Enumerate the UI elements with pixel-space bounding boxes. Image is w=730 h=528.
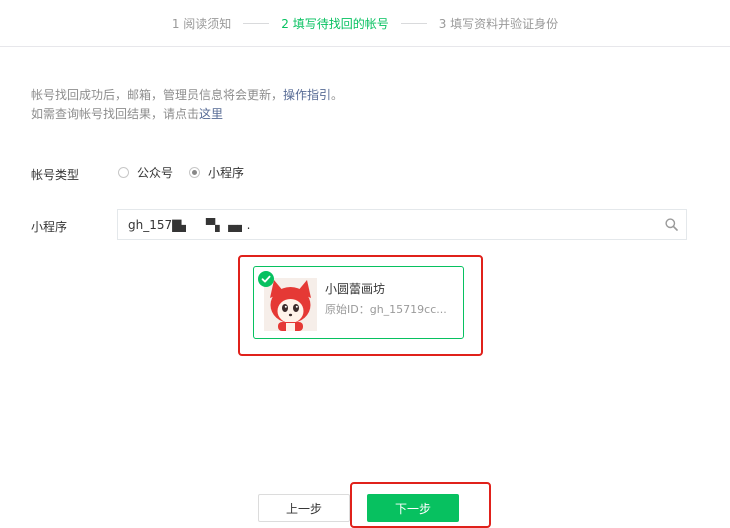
query-result-link[interactable]: 这里 — [199, 107, 223, 121]
notice-line-1-text: 帐号找回成功后，邮箱，管理员信息将会更新， — [31, 88, 284, 102]
miniprogram-label: 小程序 — [31, 220, 68, 234]
next-step-button[interactable]: 下一步 — [367, 494, 459, 522]
step-separator — [400, 22, 427, 24]
radio-circle[interactable] — [118, 167, 129, 178]
search-icon[interactable] — [656, 210, 686, 239]
notice-line-2-text: 如需查询帐号找回结果，请点击 — [31, 107, 200, 121]
notice-line-1-end: 。 — [331, 88, 344, 102]
miniprogram-result-card[interactable]: 小圆蕾画坊 原始ID：gh_15719cc... — [253, 266, 464, 339]
step-1: 1 阅读须知 — [171, 16, 232, 31]
radio-circle-checked[interactable] — [189, 167, 201, 178]
step-indicator: 1 阅读须知 2 填写待找回的帐号 3 填写资料并验证身份 — [0, 0, 730, 47]
radio-label: 小程序 — [208, 166, 245, 180]
miniprogram-original-id: 原始ID：gh_15719cc... — [325, 303, 447, 316]
radio-miniprogram[interactable]: 小程序 — [189, 164, 244, 181]
radio-label: 公众号 — [137, 166, 174, 180]
miniprogram-search-input[interactable] — [118, 210, 656, 239]
miniprogram-avatar — [264, 278, 317, 331]
step-3: 3 填写资料并验证身份 — [438, 16, 559, 31]
miniprogram-search-box — [117, 209, 687, 240]
step-separator — [243, 22, 270, 24]
notice-line-1: 帐号找回成功后，邮箱，管理员信息将会更新，操作指引。 — [31, 86, 343, 105]
notice-text: 帐号找回成功后，邮箱，管理员信息将会更新，操作指引。 如需查询帐号找回结果，请点… — [31, 86, 343, 124]
account-type-radio-group: 公众号 小程序 — [118, 164, 260, 181]
selected-check-icon — [258, 271, 274, 287]
account-type-label: 帐号类型 — [31, 168, 80, 182]
notice-line-2: 如需查询帐号找回结果，请点击这里 — [31, 105, 343, 124]
prev-step-button[interactable]: 上一步 — [258, 494, 350, 522]
guide-link[interactable]: 操作指引 — [283, 88, 331, 102]
step-2: 2 填写待找回的帐号 — [281, 16, 389, 31]
miniprogram-name: 小圆蕾画坊 — [325, 282, 386, 296]
radio-official-account[interactable]: 公众号 — [118, 164, 173, 181]
